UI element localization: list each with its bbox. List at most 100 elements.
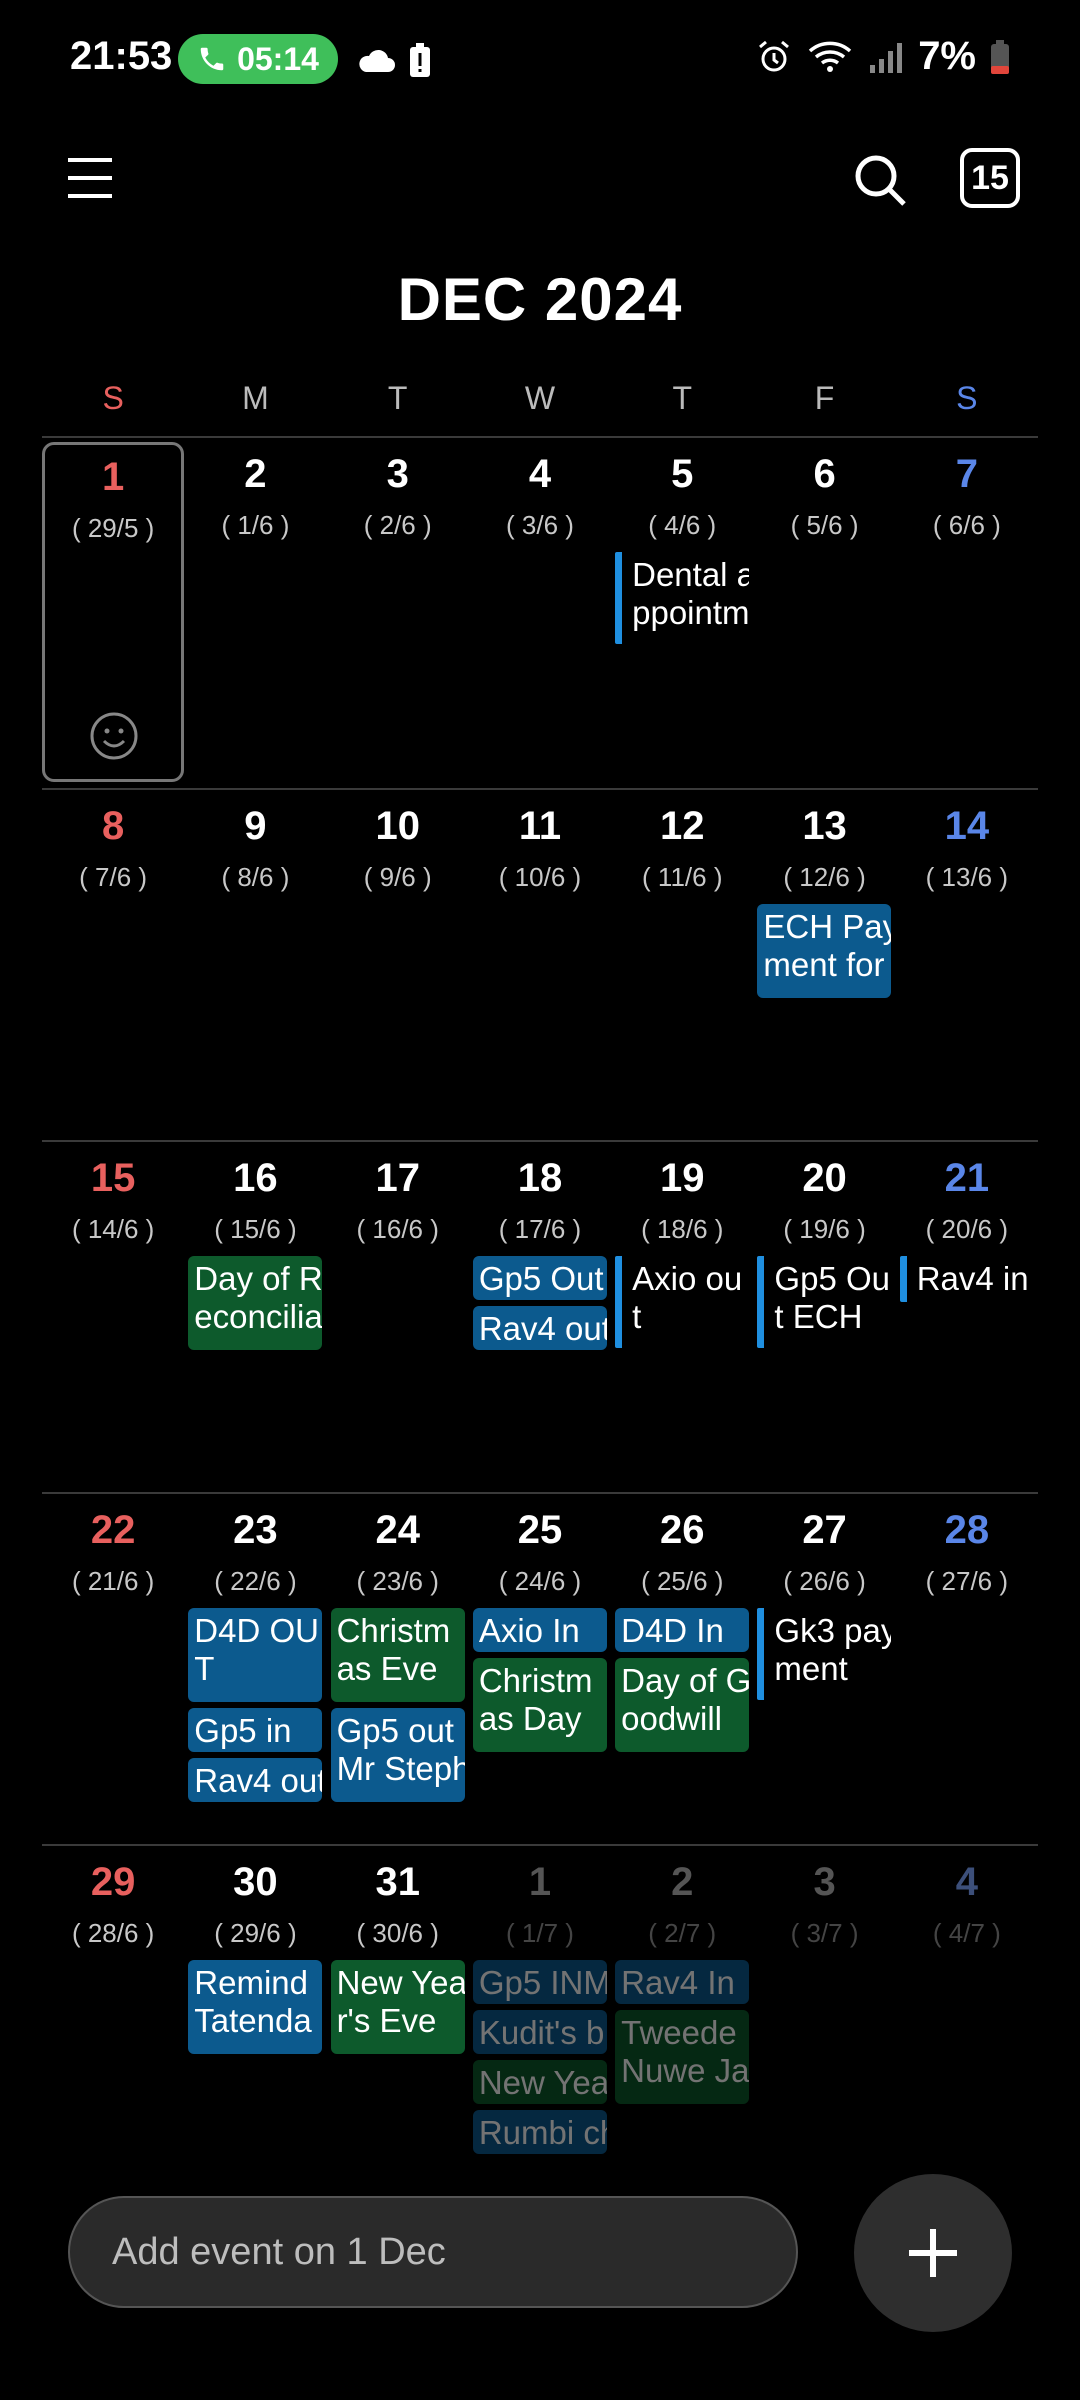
lunar-date: ( 27/6 ) [925,1566,1009,1596]
event-chip[interactable]: Rav4 out [472,1306,607,1350]
lunar-date: ( 26/6 ) [783,1566,866,1596]
lunar-date: ( 9/6 ) [363,862,432,892]
lunar-date: ( 14/6 ) [71,1214,155,1244]
day-cell[interactable]: 23 ( 22/6 ) D4D OU T Gp5 in Rav4 out [184,1494,326,1844]
event-chip[interactable]: Gp5 Ou t ECH [757,1256,891,1348]
search-icon [855,155,906,206]
day-cell[interactable]: 16 ( 15/6 ) Day of R econcilia [184,1142,326,1492]
event-chip[interactable]: Dental a ppointm [615,552,749,644]
event-chip[interactable]: Rav4 in [899,1256,1034,1302]
lunar-date: ( 10/6 ) [498,862,582,892]
day-cell[interactable]: 21 ( 20/6 ) Rav4 in [896,1142,1038,1492]
lunar-date: ( 28/6 ) [71,1918,155,1948]
day-cell[interactable]: 8 ( 7/6 ) [42,790,184,1140]
weekday-label: T [387,380,408,416]
event-chip[interactable]: Axio ou t [615,1256,749,1348]
day-cell[interactable]: 31 ( 30/6 ) New Yea r's Eve [327,1846,469,2196]
day-cell[interactable]: 25 ( 24/6 ) Axio In Christm as Day [469,1494,611,1844]
lunar-date: ( 18/6 ) [641,1214,724,1244]
event-chip[interactable]: Axio In [472,1608,607,1652]
day-cell[interactable]: 2 ( 2/7 ) Rav4 In Tweede Nuwe Jaa [611,1846,753,2196]
alarm-icon [759,40,790,71]
event-chip[interactable]: Day of G oodwill [615,1658,750,1752]
event-chip[interactable]: Gp5 INM [472,1960,607,2004]
event-chip[interactable]: ECH Pay ment for [757,904,892,998]
day-cell[interactable]: 4 ( 4/7 ) [896,1846,1038,2196]
event-chip[interactable]: D4D OU T [188,1608,323,1702]
event-chip[interactable]: New Yea r's Eve [330,1960,465,2054]
day-cell[interactable]: 4 ( 3/6 ) [469,438,611,788]
event-chip[interactable]: Christm as Eve [330,1608,465,1702]
event-chip[interactable]: Rav4 out [188,1758,323,1802]
lunar-date: ( 6/6 ) [932,510,1001,540]
day-number: 27 [802,1508,847,1552]
phone-icon [200,47,224,71]
week-row: 8 ( 7/6 ) 9 ( 8/6 ) 10 ( 9/6 ) 11 ( 10/6… [42,788,1038,1140]
event-chip[interactable]: Gp5 out Mr Steph [330,1708,465,1802]
event-chip[interactable]: Gp5 Out [472,1256,607,1300]
day-number: 31 [375,1860,420,1904]
event-chip[interactable]: Tweede Nuwe Jaa [615,2010,750,2104]
lunar-date: ( 22/6 ) [214,1566,297,1596]
day-cell[interactable]: 9 ( 8/6 ) [184,790,326,1140]
day-cell[interactable]: 3 ( 2/6 ) [327,438,469,788]
event-chip[interactable]: Rav4 In [615,1960,750,2004]
day-cell[interactable]: 15 ( 14/6 ) [42,1142,184,1492]
battery-percent: 7% [918,34,976,78]
day-cell[interactable]: 11 ( 10/6 ) [469,790,611,1140]
day-cell[interactable]: 2 ( 1/6 ) [184,438,326,788]
day-cell[interactable]: 12 ( 11/6 ) [611,790,753,1140]
day-cell[interactable]: 1 ( 29/5 ) [42,442,185,782]
day-cell[interactable]: 3 ( 3/7 ) [753,1846,895,2196]
event-chip[interactable]: Christm as Day [472,1658,607,1752]
event-chip[interactable]: Day of R econcilia [188,1256,323,1350]
add-event-button[interactable] [854,2174,1012,2332]
battery-icon [991,39,1009,74]
day-cell[interactable]: 6 ( 5/6 ) [753,438,895,788]
day-number: 12 [660,804,705,848]
today-button[interactable]: 15 [960,148,1020,208]
lunar-date: ( 1/6 ) [221,510,290,540]
lunar-date: ( 16/6 ) [356,1214,439,1244]
day-cell[interactable]: 10 ( 9/6 ) [327,790,469,1140]
lunar-date: ( 30/6 ) [356,1918,439,1948]
lunar-date: ( 3/7 ) [790,1918,859,1948]
day-cell[interactable]: 20 ( 19/6 ) Gp5 Ou t ECH [753,1142,895,1492]
sticker-smiley-icon[interactable] [89,711,139,761]
search-button[interactable] [850,150,910,210]
day-number: 1 [528,1860,552,1904]
day-number: 1 [102,455,125,499]
event-chip[interactable]: New Year [472,2060,607,2104]
day-cell[interactable]: 28 ( 27/6 ) [896,1494,1038,1844]
day-cell[interactable]: 26 ( 25/6 ) D4D In Day of G oodwill [611,1494,753,1844]
day-cell[interactable]: 27 ( 26/6 ) Gk3 pay ment [753,1494,895,1844]
day-cell[interactable]: 30 ( 29/6 ) Remind Tatenda 7 [184,1846,326,2196]
month-title[interactable]: DEC 2024 [0,265,1080,334]
day-cell[interactable]: 24 ( 23/6 ) Christm as Eve Gp5 out Mr St… [327,1494,469,1844]
day-cell[interactable]: 18 ( 17/6 ) Gp5 Out Rav4 out [469,1142,611,1492]
event-chip[interactable]: Gp5 in [188,1708,323,1752]
day-cell[interactable]: 17 ( 16/6 ) [327,1142,469,1492]
day-cell[interactable]: 7 ( 6/6 ) [896,438,1038,788]
lunar-date: ( 29/5 ) [71,513,155,543]
menu-button[interactable] [60,150,120,206]
event-chip[interactable]: Gk3 pay ment [757,1608,891,1700]
day-cell[interactable]: 22 ( 21/6 ) [42,1494,184,1844]
ongoing-call-pill[interactable]: 05:14 [178,34,338,84]
day-number: 25 [517,1508,563,1552]
day-cell[interactable]: 1 ( 1/7 ) Gp5 INM Kudit's b New Year Rum… [469,1846,611,2196]
day-number: 11 [518,804,562,848]
event-chip[interactable]: Rumbi ch [472,2110,607,2154]
event-chip[interactable]: Remind Tatenda 7 [188,1960,323,2054]
wifi-icon [809,41,852,72]
event-chip[interactable]: Kudit's b [472,2010,607,2054]
day-number: 19 [660,1156,705,1200]
lunar-date: ( 5/6 ) [790,510,859,540]
day-cell[interactable]: 5 ( 4/6 ) Dental a ppointm [611,438,753,788]
day-cell[interactable]: 19 ( 18/6 ) Axio ou t [611,1142,753,1492]
day-cell[interactable]: 29 ( 28/6 ) [42,1846,184,2196]
day-cell[interactable]: 14 ( 13/6 ) [896,790,1038,1140]
add-event-field[interactable]: Add event on 1 Dec [68,2196,798,2308]
event-chip[interactable]: D4D In [615,1608,750,1652]
day-cell[interactable]: 13 ( 12/6 ) ECH Pay ment for [753,790,895,1140]
